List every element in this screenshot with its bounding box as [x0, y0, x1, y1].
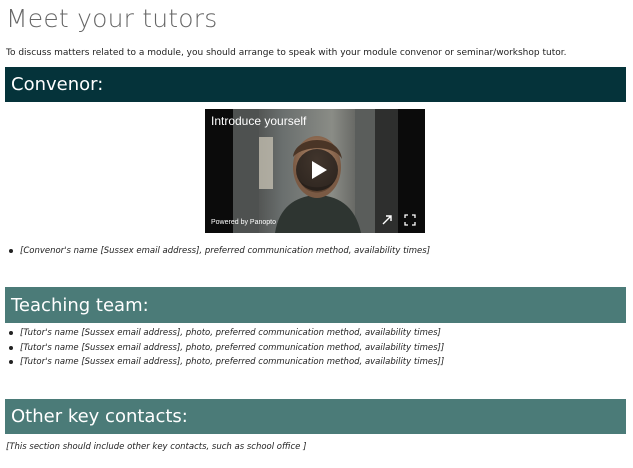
fullscreen-icon[interactable]: [404, 214, 416, 226]
page-title: Meet your tutors: [6, 4, 218, 33]
convenor-heading: Convenor:: [5, 67, 626, 102]
teaching-team-heading: Teaching team:: [5, 287, 626, 323]
powered-by-label: Powered by Panopto: [211, 219, 276, 226]
play-icon: [312, 161, 327, 179]
video-title: Introduce yourself: [211, 114, 307, 128]
other-contacts-heading: Other key contacts:: [5, 399, 626, 434]
list-item: [Tutor's name [Sussex email address], ph…: [9, 355, 444, 370]
list-item: [Convenor's name [Sussex email address],…: [9, 244, 430, 259]
expand-icon[interactable]: [381, 214, 393, 226]
other-contacts-note: [This section should include other key c…: [6, 442, 307, 452]
intro-text: To discuss matters related to a module, …: [6, 48, 567, 58]
play-button[interactable]: [296, 149, 338, 191]
list-item: [Tutor's name [Sussex email address], ph…: [9, 326, 444, 341]
page: Meet your tutors To discuss matters rela…: [0, 0, 633, 468]
convenor-list: [Convenor's name [Sussex email address],…: [9, 244, 430, 259]
list-item: [Tutor's name [Sussex email address], ph…: [9, 341, 444, 356]
teaching-team-list: [Tutor's name [Sussex email address], ph…: [9, 326, 444, 370]
video-player[interactable]: Introduce yourself Powered by Panopto: [205, 109, 425, 233]
